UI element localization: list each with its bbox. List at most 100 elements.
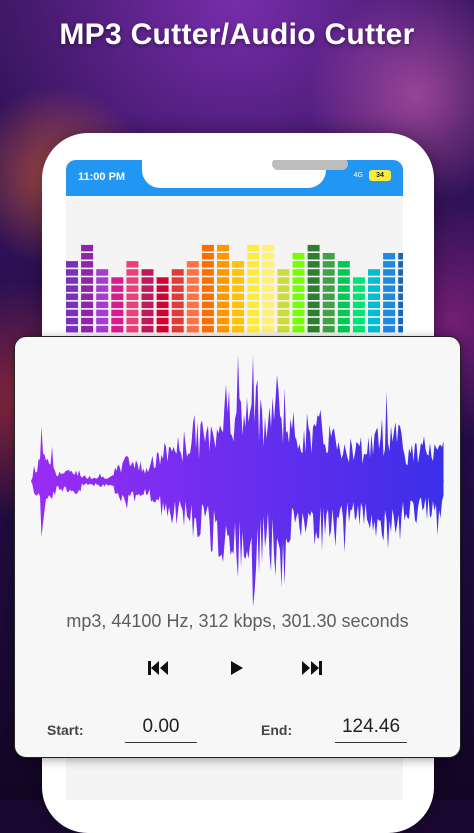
equalizer-segment [337,317,350,325]
equalizer-segment [398,301,403,309]
equalizer-segment [322,309,335,317]
equalizer-segment [201,269,214,276]
equalizer-segment [398,253,403,260]
equalizer-segment [217,309,229,317]
equalizer-segment [66,325,78,333]
status-bar: 11:00 PM 4G 34 [66,160,403,196]
equalizer-segment [66,261,78,268]
equalizer-segment [186,301,199,309]
equalizer-segment [232,317,245,325]
skip-previous-button[interactable] [145,655,171,681]
equalizer-segment [232,285,245,292]
equalizer-segment [201,277,214,284]
equalizer-segment [186,261,199,268]
equalizer-segment [232,261,245,268]
equalizer-segment [398,261,403,268]
equalizer-segment [217,261,229,268]
equalizer-segment [66,269,78,276]
equalizer-segment [352,317,365,325]
equalizer-segment [81,261,94,268]
equalizer-segment [368,317,380,325]
skip-next-icon [302,661,322,675]
equalizer-segment [322,317,335,325]
equalizer-segment [262,244,275,252]
equalizer-segment [232,301,245,309]
equalizer-segment [398,317,403,325]
equalizer-segment [81,253,94,260]
equalizer-segment [186,285,199,292]
equalizer-segment [81,301,94,309]
equalizer-segment [352,301,365,309]
playback-controls [15,655,460,681]
equalizer-segment [292,301,305,309]
audio-info: mp3, 44100 Hz, 312 kbps, 301.30 seconds [66,611,409,631]
equalizer-segment [262,309,275,317]
equalizer-segment [126,261,139,268]
skip-next-button[interactable] [299,655,325,681]
equalizer-segment [111,301,124,309]
equalizer-segment [201,244,214,252]
equalizer-segment [292,309,305,317]
equalizer-segment [141,325,154,333]
equalizer-segment [337,277,350,284]
equalizer-segment [66,293,78,300]
waveform[interactable] [31,351,444,611]
equalizer-segment [337,309,350,317]
equalizer-segment [383,293,396,300]
phone-screen-bottom [66,756,403,800]
equalizer-segment [232,325,245,333]
equalizer-segment [352,285,365,292]
equalizer-segment [66,317,78,325]
equalizer-segment [156,293,169,300]
equalizer-segment [247,309,260,317]
equalizer-segment [81,244,94,252]
play-icon [231,661,243,675]
equalizer-segment [322,261,335,268]
equalizer-segment [352,309,365,317]
equalizer-segment [111,277,124,284]
equalizer-segment [352,325,365,333]
equalizer-segment [217,293,229,300]
equalizer-segment [352,277,365,284]
equalizer-segment [232,269,245,276]
page-title: MP3 Cutter/Audio Cutter [59,18,415,51]
equalizer-segment [398,269,403,276]
equalizer-segment [398,285,403,292]
equalizer-segment [383,301,396,309]
equalizer-segment [141,301,154,309]
equalizer-segment [126,285,139,292]
equalizer-segment [217,269,229,276]
signal-icon: 4G [353,172,363,179]
equalizer-segment [368,325,380,333]
equalizer-segment [383,317,396,325]
equalizer-segment [141,285,154,292]
equalizer-segment [368,269,380,276]
equalizer-segment [217,317,229,325]
equalizer-segment [201,325,214,333]
equalizer-segment [398,293,403,300]
equalizer-segment [247,285,260,292]
equalizer-segment [292,293,305,300]
equalizer-segment [277,285,290,292]
equalizer-segment [337,325,350,333]
equalizer-segment [292,325,305,333]
equalizer-segment [337,301,350,309]
equalizer-segment [307,309,320,317]
equalizer-segment [217,325,229,333]
equalizer-segment [337,269,350,276]
equalizer-segment [398,309,403,317]
equalizer-segment [217,253,229,260]
equalizer-segment [81,269,94,276]
start-time-field[interactable]: 0.00 [125,714,197,743]
equalizer-segment [262,325,275,333]
equalizer-segment [247,325,260,333]
equalizer-segment [322,277,335,284]
equalizer-segment [81,309,94,317]
equalizer-segment [322,325,335,333]
equalizer-segment [247,317,260,325]
end-time-field[interactable]: 124.46 [335,714,407,743]
equalizer-segment [277,317,290,325]
equalizer-segment [171,317,184,325]
play-button[interactable] [223,655,249,681]
equalizer-segment [322,253,335,260]
